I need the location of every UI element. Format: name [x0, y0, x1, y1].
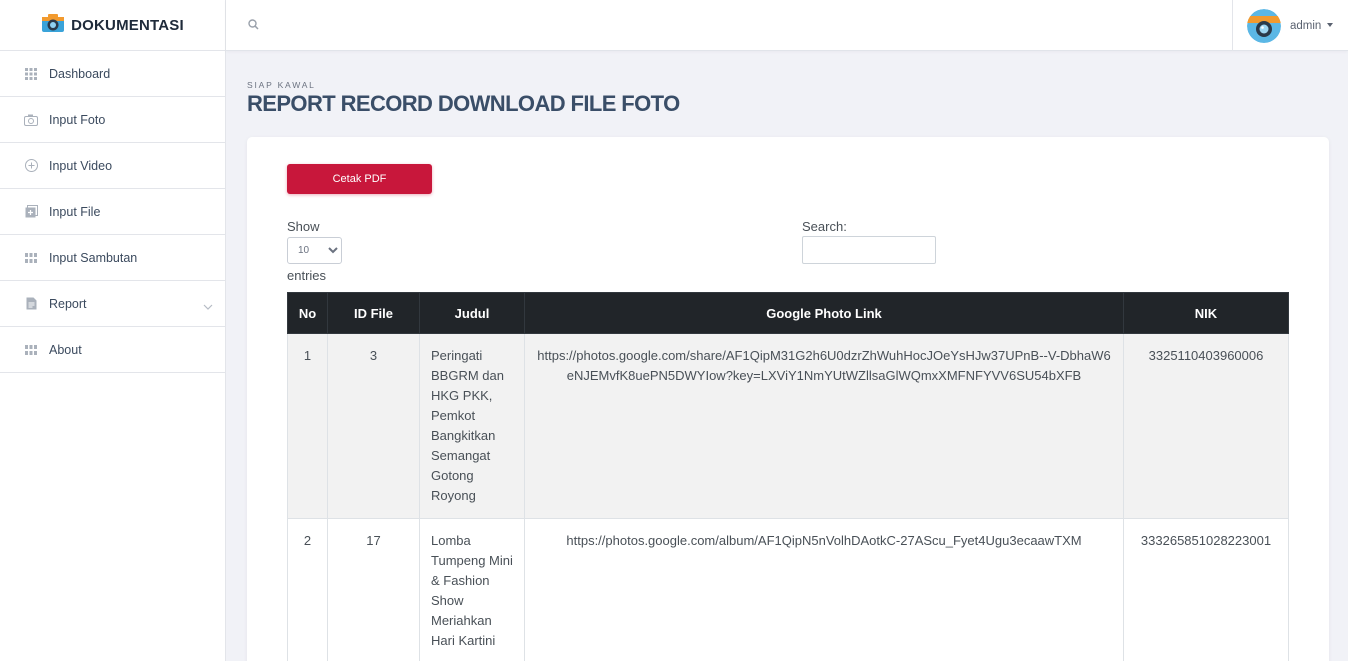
- caret-down-icon: [1327, 22, 1334, 27]
- add-file-icon: [24, 205, 38, 219]
- user-menu[interactable]: admin: [1232, 0, 1348, 51]
- chevron-down-icon: [203, 297, 213, 315]
- table-row: 2 17 Lomba Tumpeng Mini & Fashion Show M…: [287, 518, 1289, 661]
- sidebar-item-label: Input Video: [49, 158, 113, 173]
- cell-google-photo-link[interactable]: https://photos.google.com/share/AF1QipM3…: [524, 333, 1124, 519]
- search-icon[interactable]: [248, 17, 259, 35]
- entries-label: entries: [287, 268, 327, 283]
- entries-length-select[interactable]: 10: [287, 237, 342, 264]
- table-search-input[interactable]: [802, 236, 936, 264]
- page-subtitle: SIAP KAWAL: [247, 80, 316, 90]
- sidebar-item-label: Dashboard: [49, 66, 111, 81]
- sidebar-item-input-sambutan[interactable]: Input Sambutan: [0, 235, 225, 281]
- cell-id-file: 3: [327, 333, 420, 519]
- camera-icon: [41, 13, 65, 38]
- search-label: Search:: [802, 219, 847, 234]
- sidebar-item-input-foto[interactable]: Input Foto: [0, 97, 225, 143]
- camera-icon: [24, 113, 38, 127]
- sidebar-item-label: Report: [49, 296, 87, 311]
- sidebar: DOKUMENTASI Dashboard Input Foto Input V…: [0, 0, 226, 661]
- avatar: [1247, 8, 1281, 43]
- sidebar-item-dashboard[interactable]: Dashboard: [0, 51, 225, 97]
- grid-icon: [24, 343, 38, 357]
- cell-judul: Peringati BBGRM dan HKG PKK, Pemkot Bang…: [419, 333, 525, 519]
- cell-no: 2: [287, 518, 328, 661]
- report-table: No ID File Judul Google Photo Link NIK 1…: [287, 292, 1289, 661]
- brand-name: DOKUMENTASI: [71, 16, 184, 34]
- sidebar-item-input-video[interactable]: Input Video: [0, 143, 225, 189]
- cell-nik: 3325110403960006: [1123, 333, 1289, 519]
- table-header-row: No ID File Judul Google Photo Link NIK: [287, 292, 1289, 334]
- cell-id-file: 17: [327, 518, 420, 661]
- sidebar-item-label: Input File: [49, 204, 101, 219]
- cell-no: 1: [287, 333, 328, 519]
- grid-icon: [24, 67, 38, 81]
- sidebar-item-label: Input Sambutan: [49, 250, 138, 265]
- cell-nik: 333265851028223001: [1123, 518, 1289, 661]
- user-name: admin: [1290, 19, 1322, 32]
- column-header-judul[interactable]: Judul: [419, 292, 525, 334]
- plus-circle-icon: [24, 159, 38, 173]
- sidebar-item-label: About: [49, 342, 82, 357]
- sidebar-item-input-file[interactable]: Input File: [0, 189, 225, 235]
- sidebar-item-about[interactable]: About: [0, 327, 225, 373]
- column-header-google-photo-link[interactable]: Google Photo Link: [524, 292, 1124, 334]
- column-header-id-file[interactable]: ID File: [327, 292, 420, 334]
- report-card: Cetak PDF Show 10 entries Search: No ID …: [247, 137, 1329, 661]
- column-header-no[interactable]: No: [287, 292, 328, 334]
- page-title: REPORT RECORD DOWNLOAD FILE FOTO: [247, 91, 680, 116]
- grid-icon: [24, 251, 38, 265]
- show-label: Show: [287, 219, 320, 234]
- document-icon: [24, 297, 38, 311]
- sidebar-item-label: Input Foto: [49, 112, 106, 127]
- sidebar-item-report[interactable]: Report: [0, 281, 225, 327]
- column-header-nik[interactable]: NIK: [1123, 292, 1289, 334]
- top-header: admin: [226, 0, 1348, 51]
- table-row: 1 3 Peringati BBGRM dan HKG PKK, Pemkot …: [287, 333, 1289, 519]
- cell-judul: Lomba Tumpeng Mini & Fashion Show Meriah…: [419, 518, 525, 661]
- print-pdf-button[interactable]: Cetak PDF: [287, 164, 432, 194]
- cell-google-photo-link[interactable]: https://photos.google.com/album/AF1QipN5…: [524, 518, 1124, 661]
- brand[interactable]: DOKUMENTASI: [0, 0, 225, 51]
